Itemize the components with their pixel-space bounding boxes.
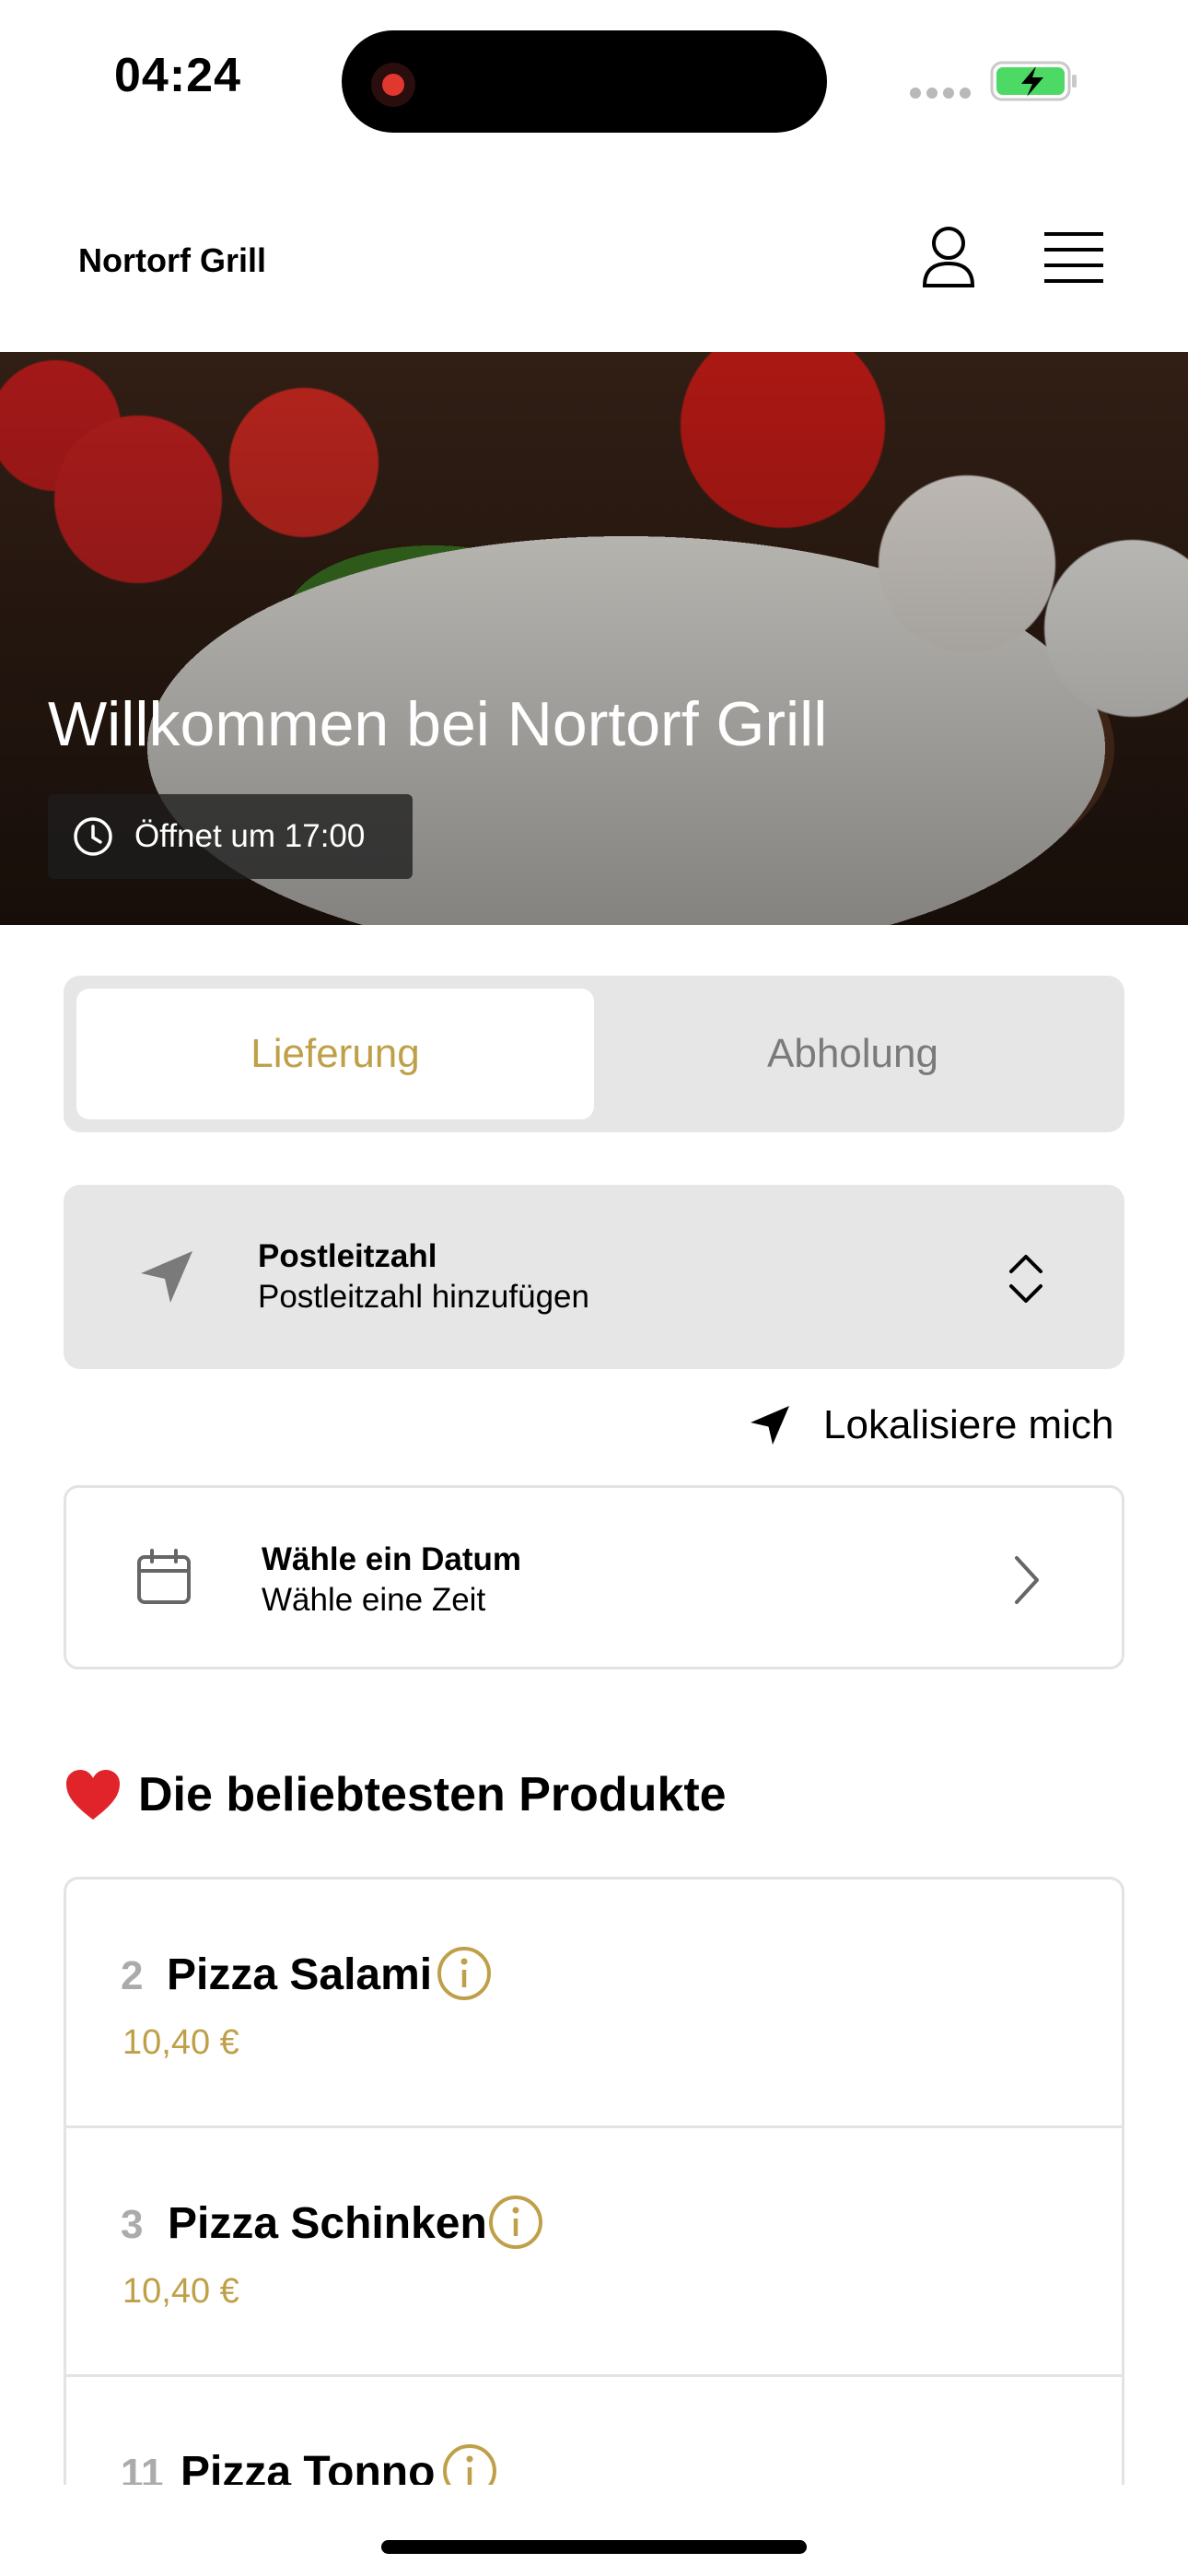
- postcode-input[interactable]: Postleitzahl hinzufügen: [258, 1279, 589, 1316]
- locate-me-label: Lokalisiere mich: [823, 1402, 1114, 1447]
- status-time: 04:24: [114, 49, 241, 102]
- date-label: Wähle ein Datum: [262, 1541, 521, 1577]
- product-name: Pizza Tonno: [181, 2448, 436, 2485]
- opening-time-badge: Öffnet um 17:00: [48, 794, 413, 879]
- product-price: 10,40 €: [122, 2272, 239, 2311]
- popular-products-title: Die beliebtesten Produkte: [138, 1768, 727, 1821]
- tab-pickup[interactable]: Abholung: [594, 989, 1112, 1119]
- clock-icon: [74, 817, 112, 856]
- product-number: 2: [121, 1953, 144, 1998]
- info-icon[interactable]: [437, 1946, 492, 2001]
- signal-icon: [910, 87, 976, 103]
- product-number: 11: [121, 2451, 164, 2485]
- product-number: 3: [121, 2202, 144, 2247]
- locate-me-button[interactable]: Lokalisiere mich: [748, 1402, 1113, 1448]
- product-item[interactable]: 2 Pizza Salami 10,40 €: [66, 1879, 1122, 2128]
- hero-title: Willkommen bei Nortorf Grill: [48, 689, 828, 759]
- product-name: Pizza Salami: [167, 1950, 433, 1999]
- order-mode-switch: Lieferung Abholung: [64, 976, 1124, 1132]
- product-price: 10,40 €: [122, 2023, 239, 2062]
- info-icon[interactable]: [442, 2443, 497, 2485]
- product-item[interactable]: 11 Pizza Tonno: [66, 2377, 1122, 2485]
- heart-icon: [66, 1770, 120, 1820]
- product-item[interactable]: 3 Pizza Schinken 10,40 €: [66, 2128, 1122, 2377]
- hamburger-menu-icon[interactable]: [1044, 230, 1103, 284]
- time-label: Wähle eine Zeit: [262, 1582, 486, 1618]
- calendar-icon: [137, 1549, 191, 1604]
- postcode-label: Postleitzahl: [258, 1238, 437, 1274]
- info-icon[interactable]: [488, 2195, 543, 2250]
- location-arrow-icon: [141, 1251, 192, 1303]
- home-indicator[interactable]: [381, 2540, 807, 2554]
- date-time-selector[interactable]: Wähle ein Datum Wähle eine Zeit: [64, 1485, 1124, 1669]
- restaurant-name[interactable]: Nortorf Grill: [78, 241, 266, 280]
- tab-delivery[interactable]: Lieferung: [76, 989, 594, 1119]
- navigation-arrow-icon: [751, 1406, 789, 1445]
- product-name: Pizza Schinken: [168, 2199, 487, 2248]
- chevron-up-down-icon: [1009, 1255, 1042, 1303]
- recording-indicator-icon: [371, 63, 415, 107]
- chevron-right-icon: [1015, 1556, 1039, 1604]
- popular-products-heading: Die beliebtesten Produkte: [64, 1767, 727, 1822]
- popular-products-list: 2 Pizza Salami 10,40 € 3 Pizza Schinken …: [64, 1877, 1124, 2485]
- postcode-selector[interactable]: Postleitzahl Postleitzahl hinzufügen: [64, 1185, 1124, 1369]
- battery-charging-icon: [990, 61, 1077, 101]
- opening-time-text: Öffnet um 17:00: [134, 818, 366, 854]
- hero-banner: Willkommen bei Nortorf Grill Öffnet um 1…: [0, 352, 1188, 925]
- user-account-icon[interactable]: [920, 225, 977, 289]
